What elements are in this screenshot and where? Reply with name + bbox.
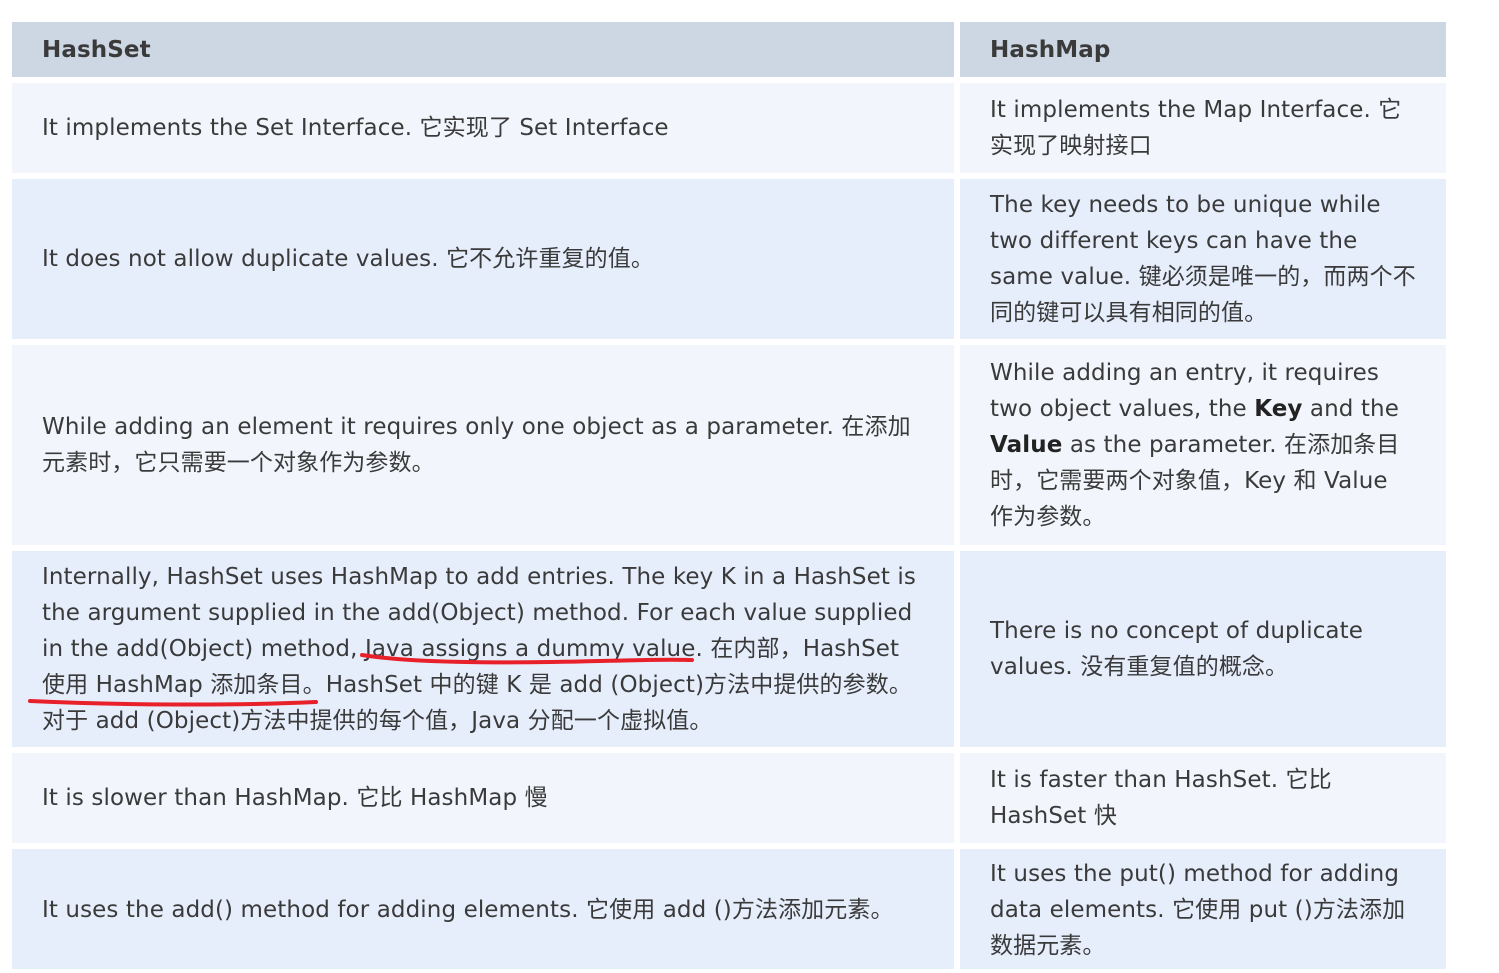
header-hashmap: HashMap [954, 22, 1446, 77]
table-row: While adding an element it requires only… [12, 339, 1446, 545]
header-row: HashSet HashMap [12, 22, 1446, 77]
text-fragment: 在内部，HashSet [702, 636, 900, 662]
hashset-cell: It uses the add() method for adding elem… [12, 843, 954, 969]
header-hashset: HashSet [12, 22, 954, 77]
table-row: It is slower than HashMap. 它比 HashMap 慢 … [12, 747, 1446, 843]
hashset-cell: It does not allow duplicate values. 它不允许… [12, 173, 954, 339]
hashmap-cell: There is no concept of duplicate values.… [954, 545, 1446, 747]
hashmap-cell: While adding an entry, it requires two o… [954, 339, 1446, 545]
red-underlined-text: 使用 HashMap 添加条目。 [42, 672, 326, 698]
hashmap-cell: It implements the Map Interface. 它实现了映射接… [954, 77, 1446, 173]
hashset-cell: Internally, HashSet uses HashMap to add … [12, 545, 954, 747]
red-underlined-text: Java assigns a dummy value. [364, 636, 703, 662]
table-row: Internally, HashSet uses HashMap to add … [12, 545, 1446, 747]
table-row: It does not allow duplicate values. 它不允许… [12, 173, 1446, 339]
hashset-hashmap-comparison-table: HashSet HashMap It implements the Set In… [12, 22, 1446, 969]
value-term: Value [990, 432, 1063, 458]
text-fragment: and the [1302, 396, 1399, 422]
hashmap-cell: It uses the put() method for adding data… [954, 843, 1446, 969]
hashmap-cell: It is faster than HashSet. 它比 HashSet 快 [954, 747, 1446, 843]
hashset-cell: It is slower than HashMap. 它比 HashMap 慢 [12, 747, 954, 843]
hashmap-cell: The key needs to be unique while two dif… [954, 173, 1446, 339]
table-row: It uses the add() method for adding elem… [12, 843, 1446, 969]
comparison-table-container: HashSet HashMap It implements the Set In… [12, 22, 1446, 969]
hashset-cell: It implements the Set Interface. 它实现了 Se… [12, 77, 954, 173]
key-term: Key [1254, 396, 1303, 422]
hashset-cell: While adding an element it requires only… [12, 339, 954, 545]
table-row: It implements the Set Interface. 它实现了 Se… [12, 77, 1446, 173]
